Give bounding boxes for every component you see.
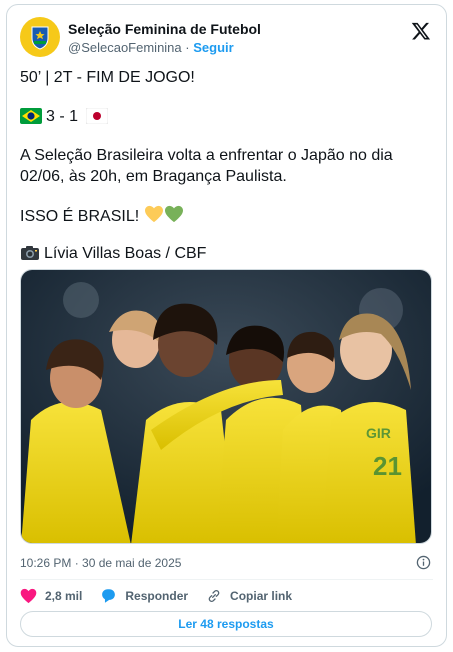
tweet-card: Seleção Feminina de Futebol @SelecaoFemi… xyxy=(6,4,447,647)
follow-button[interactable]: Seguir xyxy=(193,40,233,55)
copy-link-button[interactable]: Copiar link xyxy=(206,588,292,604)
like-count: 2,8 mil xyxy=(45,589,83,603)
reply-label: Responder xyxy=(125,589,189,603)
avatar[interactable] xyxy=(20,17,60,57)
like-button[interactable]: 2,8 mil xyxy=(20,588,82,604)
read-replies-button[interactable]: Ler 48 respostas xyxy=(20,611,432,637)
link-icon xyxy=(208,590,220,602)
heart-icon xyxy=(20,588,37,604)
camera-icon xyxy=(21,246,39,260)
reply-button[interactable]: Responder xyxy=(100,588,188,604)
divider xyxy=(20,579,433,580)
cheer-line: ISSO É BRASIL! xyxy=(20,205,432,227)
score-line: 3 - 1 xyxy=(20,106,432,127)
account-name-block: Seleção Feminina de Futebol @SelecaoFemi… xyxy=(68,20,261,57)
yellow-heart-icon xyxy=(144,205,163,223)
tweet-header: Seleção Feminina de Futebol @SelecaoFemi… xyxy=(20,17,433,57)
tweet-text: 50’ | 2T - FIM DE JOGO! 3 - 1 A Seleção … xyxy=(20,67,432,264)
cbf-crest-icon xyxy=(31,26,49,50)
timestamp[interactable]: 10:26 PM · 30 de mai de 2025 xyxy=(20,556,181,570)
info-icon[interactable] xyxy=(416,555,431,570)
timestamp-row: 10:26 PM · 30 de mai de 2025 xyxy=(20,553,433,573)
copy-link-label: Copiar link xyxy=(230,589,293,603)
action-bar: 2,8 mil Responder Copiar link xyxy=(20,585,433,607)
cheer-text: ISSO É BRASIL! xyxy=(20,208,140,225)
score-text: 3 - 1 xyxy=(46,108,79,125)
photo-credit: Lívia Villas Boas / CBF xyxy=(44,245,207,262)
players-celebrating-image: 21 GIR xyxy=(21,270,431,543)
separator-dot: · xyxy=(185,40,190,55)
photo-credit-line: Lívia Villas Boas / CBF xyxy=(20,243,432,264)
reply-bubble-icon xyxy=(102,589,116,603)
brazil-flag-icon xyxy=(20,108,42,124)
japan-flag-icon xyxy=(86,108,109,124)
tweet-photo[interactable]: 21 GIR xyxy=(20,269,432,544)
svg-text:GIR: GIR xyxy=(366,425,391,441)
handle-line: @SelecaoFeminina · Seguir xyxy=(68,39,261,57)
account-handle[interactable]: @SelecaoFeminina xyxy=(68,40,182,55)
display-name[interactable]: Seleção Feminina de Futebol xyxy=(68,20,261,38)
svg-text:21: 21 xyxy=(373,451,402,481)
tweet-line-final-whistle: 50’ | 2T - FIM DE JOGO! xyxy=(20,69,195,86)
x-logo-icon[interactable] xyxy=(411,21,431,41)
green-heart-icon xyxy=(164,205,183,223)
tweet-paragraph: A Seleção Brasileira volta a enfrentar o… xyxy=(20,147,393,185)
